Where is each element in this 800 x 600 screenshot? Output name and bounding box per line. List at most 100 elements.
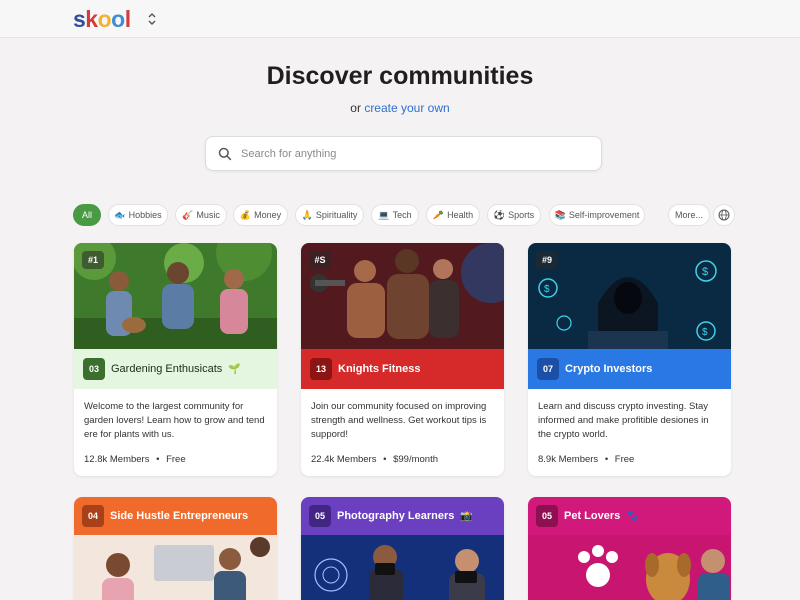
community-card-crypto-investors[interactable]: $ $ $ #9 07 Crypto Investors Learn and d… [528, 243, 731, 476]
category-chip-money[interactable]: 💰 Money [233, 204, 288, 226]
category-chip-music[interactable]: 🎸 Music [175, 204, 227, 226]
level-badge: 07 [537, 358, 559, 380]
category-chip-health[interactable]: 🥕 Health [426, 204, 480, 226]
category-chip-all[interactable]: All [73, 204, 101, 226]
search-icon [218, 147, 232, 161]
card-title-band: 05 Photography Learners 📸 [301, 497, 504, 535]
globe-icon [718, 209, 730, 221]
search-input[interactable] [241, 145, 581, 163]
member-count: 8.9k Members [538, 454, 599, 465]
community-card-side-hustle[interactable]: 04 Side Hustle Entrepreneurs [74, 497, 277, 600]
community-name: Gardening Enthusicats [111, 363, 223, 375]
card-title-band: 04 Side Hustle Entrepreneurs [74, 497, 277, 535]
carrot-icon: 🥕 [432, 209, 445, 220]
camera-icon: 📸 [460, 510, 473, 522]
card-title-band: 05 Pet Lovers 🐾 [528, 497, 731, 535]
svg-text:$: $ [702, 266, 708, 278]
svg-text:$: $ [702, 327, 708, 338]
guitar-icon: 🎸 [182, 209, 194, 220]
subtitle-prefix: or [350, 101, 361, 115]
chip-label: Hobbies [128, 210, 162, 220]
fitness-cover-image: #S [301, 243, 504, 349]
community-card-knights-fitness[interactable]: #S 13 Knights Fitness Join our community… [301, 243, 504, 476]
chip-label: Music [196, 210, 220, 220]
rank-badge: #9 [536, 251, 558, 269]
category-chip-more[interactable]: More... [668, 204, 710, 226]
separator: • [156, 454, 160, 465]
praying-hands-icon: 🙏 [301, 209, 313, 220]
crypto-cover-image: $ $ $ #9 [528, 243, 731, 349]
chip-label: Sports [508, 210, 535, 220]
level-badge: 05 [536, 505, 558, 527]
chip-label: All [81, 210, 92, 220]
category-chip-hobbies[interactable]: 🐟 Hobbies [108, 204, 168, 226]
community-meta: 8.9k Members • Free [538, 454, 634, 465]
community-name: Crypto Investors [565, 363, 653, 375]
money-bag-icon: 💰 [239, 209, 252, 220]
logo-letter: s [73, 6, 86, 32]
paw-print-icon: 🐾 [626, 510, 639, 522]
chip-label: Money [254, 210, 282, 220]
logo-letter: l [124, 6, 131, 32]
separator: • [604, 454, 609, 465]
chip-label: More... [674, 210, 703, 220]
rank-badge: #S [309, 251, 331, 269]
community-meta: 12.8k Members • Free [84, 454, 186, 465]
category-chip-spirituality[interactable]: 🙏 Spirituality [295, 204, 364, 226]
level-badge: 03 [83, 358, 105, 380]
card-title-band: 07 Crypto Investors [528, 349, 731, 389]
category-chip-self-improvement[interactable]: 📚 Self-improvement [549, 204, 645, 226]
logo-letter: k [85, 6, 98, 32]
level-badge: 04 [82, 505, 104, 527]
community-description: Join our community focused on improving … [311, 401, 487, 440]
hobbies-icon: 🐟 [114, 209, 126, 220]
community-meta: 22.4k Members • $99/month [311, 454, 438, 465]
community-name: Side Hustle Entrepreneurs [110, 510, 249, 522]
card-title-band: 03 Gardening Enthusicats 🌱 [74, 349, 277, 389]
books-icon: 📚 [554, 209, 566, 220]
chip-label: Spirituality [315, 210, 358, 220]
chip-label: Tech [392, 210, 412, 220]
pet-lovers-cover-image [528, 535, 731, 600]
price-label: Free [614, 454, 635, 465]
price-label: $99/month [393, 454, 438, 465]
community-card-pet-lovers[interactable]: 05 Pet Lovers 🐾 [528, 497, 731, 600]
member-count: 12.8k Members [84, 454, 150, 465]
level-badge: 05 [309, 505, 331, 527]
level-badge: 13 [310, 358, 332, 380]
soccer-ball-icon: ⚽ [493, 209, 506, 220]
member-count: 22.4k Members [311, 454, 377, 465]
separator: • [383, 454, 387, 465]
skool-logo[interactable]: skool [73, 6, 131, 33]
logo-letter: o [97, 6, 112, 32]
chevron-up-down-icon[interactable] [146, 11, 158, 27]
community-description: Learn and discuss crypto investing. Stay… [538, 401, 709, 440]
chip-label: Self-improvement [568, 210, 640, 220]
category-filter-bar: All 🐟 Hobbies 🎸 Music 💰 Money 🙏 Spiritua… [73, 204, 735, 228]
search-box[interactable] [205, 136, 602, 171]
community-card-photography[interactable]: 05 Photography Learners 📸 [301, 497, 504, 600]
language-globe-icon[interactable] [713, 204, 735, 226]
chip-label: Health [447, 210, 474, 220]
gardening-cover-image: #1 [74, 243, 277, 349]
subtitle: or create your own [0, 101, 800, 115]
page-title: Discover communities [266, 62, 534, 90]
create-your-own-link[interactable]: create your own [364, 101, 449, 115]
rank-badge: #1 [82, 251, 104, 269]
price-label: Free [166, 454, 186, 465]
seedling-icon: 🌱 [228, 363, 241, 375]
category-chip-sports[interactable]: ⚽ Sports [487, 204, 541, 226]
card-title-band: 13 Knights Fitness [301, 349, 504, 389]
community-card-gardening[interactable]: #1 03 Gardening Enthusicats 🌱 Welcome to… [74, 243, 277, 476]
community-name: Knights Fitness [338, 363, 421, 375]
category-chip-tech[interactable]: 💻 Tech [371, 204, 419, 226]
svg-text:$: $ [544, 284, 550, 295]
logo-letter: o [111, 6, 125, 32]
laptop-icon: 💻 [378, 209, 390, 220]
top-bar: skool [0, 0, 800, 38]
side-hustle-cover-image [74, 535, 277, 600]
community-name: Photography Learners [337, 510, 455, 522]
photography-cover-image [301, 535, 504, 600]
community-description: Welcome to the largest community for gar… [84, 401, 265, 440]
community-name: Pet Lovers [564, 510, 621, 522]
